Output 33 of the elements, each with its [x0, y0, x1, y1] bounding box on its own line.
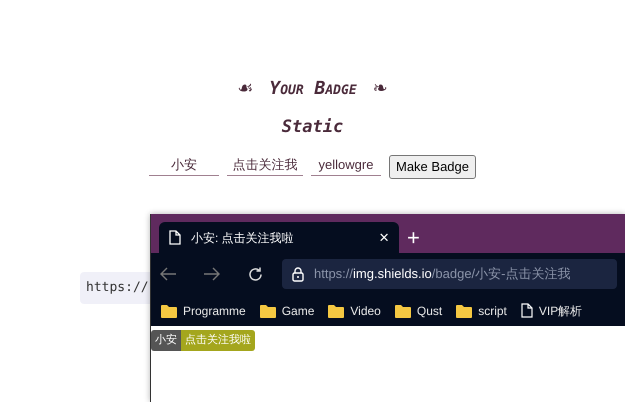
folder-icon — [161, 304, 177, 318]
browser-tab[interactable]: 小安: 点击关注我啦 × — [159, 222, 399, 253]
new-tab-button[interactable]: + — [399, 226, 428, 248]
forward-icon[interactable] — [203, 267, 221, 281]
text-field[interactable]: 点击关注我 — [227, 155, 303, 176]
back-icon[interactable] — [159, 267, 177, 281]
bookmark-link[interactable]: script — [478, 302, 507, 320]
lock-icon — [292, 266, 304, 282]
bookmark-link[interactable]: VIP解析 — [538, 302, 582, 320]
folder-icon — [328, 304, 344, 318]
badge-message: 点击关注我啦 — [181, 330, 255, 350]
subheading: Static — [282, 117, 344, 137]
make-badge-button[interactable]: Make Badge — [389, 155, 476, 178]
ornament-icon: ❧ — [372, 75, 388, 102]
folder-icon — [394, 304, 411, 318]
page-icon — [520, 303, 533, 318]
url-text: https://img.shields.io/badge/小安-点击关注我 — [314, 265, 570, 284]
ornament-icon: ☙ — [237, 75, 254, 102]
folder-icon — [260, 304, 276, 318]
address-bar[interactable]: https://img.shields.io/badge/小安-点击关注我 — [282, 259, 617, 289]
badge-label: 小安 — [151, 330, 181, 350]
bookmark-link[interactable]: Programme — [183, 302, 246, 320]
bookmark-link[interactable]: Video — [350, 302, 381, 320]
bookmark-link[interactable]: Qust — [416, 302, 442, 320]
close-icon[interactable]: × — [379, 224, 389, 250]
tab-title: 小安: 点击关注我啦 — [191, 230, 294, 246]
text-field[interactable]: yellowgre — [311, 155, 381, 176]
text-field[interactable]: 小安 — [149, 155, 219, 176]
bookmark-link[interactable]: Game — [282, 302, 314, 320]
folder-icon — [456, 304, 472, 318]
reload-icon[interactable] — [247, 266, 264, 282]
heading: Your Badge — [269, 77, 357, 101]
page-icon — [169, 230, 181, 245]
